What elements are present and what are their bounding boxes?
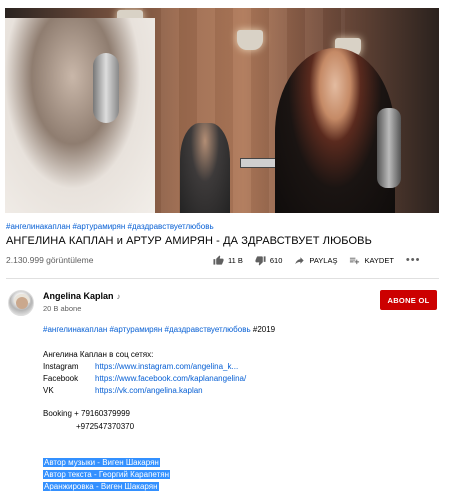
social-heading: Ангелина Каплан в соц сетях: [43,350,154,359]
video-title: АНГЕЛИНА КАПЛАН и АРТУР АМИРЯН - ДА ЗДРА… [6,235,372,247]
studio-light [237,30,263,50]
singer-figure [5,18,155,213]
share-label: PAYLAŞ [309,255,338,265]
save-label: KAYDET [364,255,394,265]
credit-arrangement: Аранжировка - Виген Шакарян [43,482,159,491]
description-hashtags[interactable]: #ангелинакаплан #артурамирян #даздравств… [43,325,251,334]
thumbs-down-icon [255,255,266,266]
music-note-icon: ♪ [116,291,121,301]
share-button[interactable]: PAYLAŞ [294,255,337,266]
instagram-link[interactable]: https://www.instagram.com/angelina_k... [95,362,238,371]
social-label-facebook: Facebook [43,374,79,383]
microphone [93,53,119,123]
playlist-add-icon [350,257,360,264]
video-actions: 11 B 610 PAYLAŞ KAYDET ••• [213,253,420,267]
microphone [377,108,401,188]
avatar-face [16,297,28,309]
credit-music: Автор музыки - Виген Шакарян [43,458,160,467]
dislike-count: 610 [269,255,283,265]
dislike-button[interactable]: 610 [255,255,283,266]
description-tags: #ангелинакаплан #артурамирян #даздравств… [43,325,275,334]
musician-figure [180,123,230,213]
booking-phone: Booking + 79160379999 [43,409,130,418]
credit-line: Автор музыки - Виген Шакарян [43,458,160,467]
credit-line: Аранжировка - Виген Шакарян [43,482,159,491]
channel-name-text[interactable]: Angelina Kaplan [43,291,114,301]
thumbs-up-icon [213,254,224,265]
view-count: 2.130.999 görüntüleme [6,255,94,265]
more-actions-button[interactable]: ••• [406,254,421,266]
credit-lyrics: Автор текста - Георгий Карапетян [43,470,171,479]
divider [6,278,439,279]
facebook-link[interactable]: https://www.facebook.com/kaplanangelina/ [95,374,246,383]
channel-avatar[interactable] [8,290,34,316]
save-button[interactable]: KAYDET [349,255,394,266]
subscriber-count: 20 B abone [43,304,82,313]
like-count: 11 B [228,255,243,265]
share-arrow-icon [295,256,305,264]
subscribe-button[interactable]: ABONE OL [380,290,437,310]
social-label-instagram: Instagram [43,362,79,371]
channel-name[interactable]: Angelina Kaplan ♪ [43,291,121,301]
booking-phone-2: +972547370370 [76,422,135,431]
like-button[interactable]: 11 B [213,254,243,266]
social-label-vk: VK [43,386,54,395]
vk-link[interactable]: https://vk.com/angelina.kaplan [95,386,203,395]
credit-line: Автор текста - Георгий Карапетян [43,470,171,479]
video-player[interactable] [5,8,439,213]
year-tag[interactable]: #2019 [251,325,275,334]
video-hashtags[interactable]: #ангелинакаплан #артурамирян #даздравств… [6,222,214,231]
